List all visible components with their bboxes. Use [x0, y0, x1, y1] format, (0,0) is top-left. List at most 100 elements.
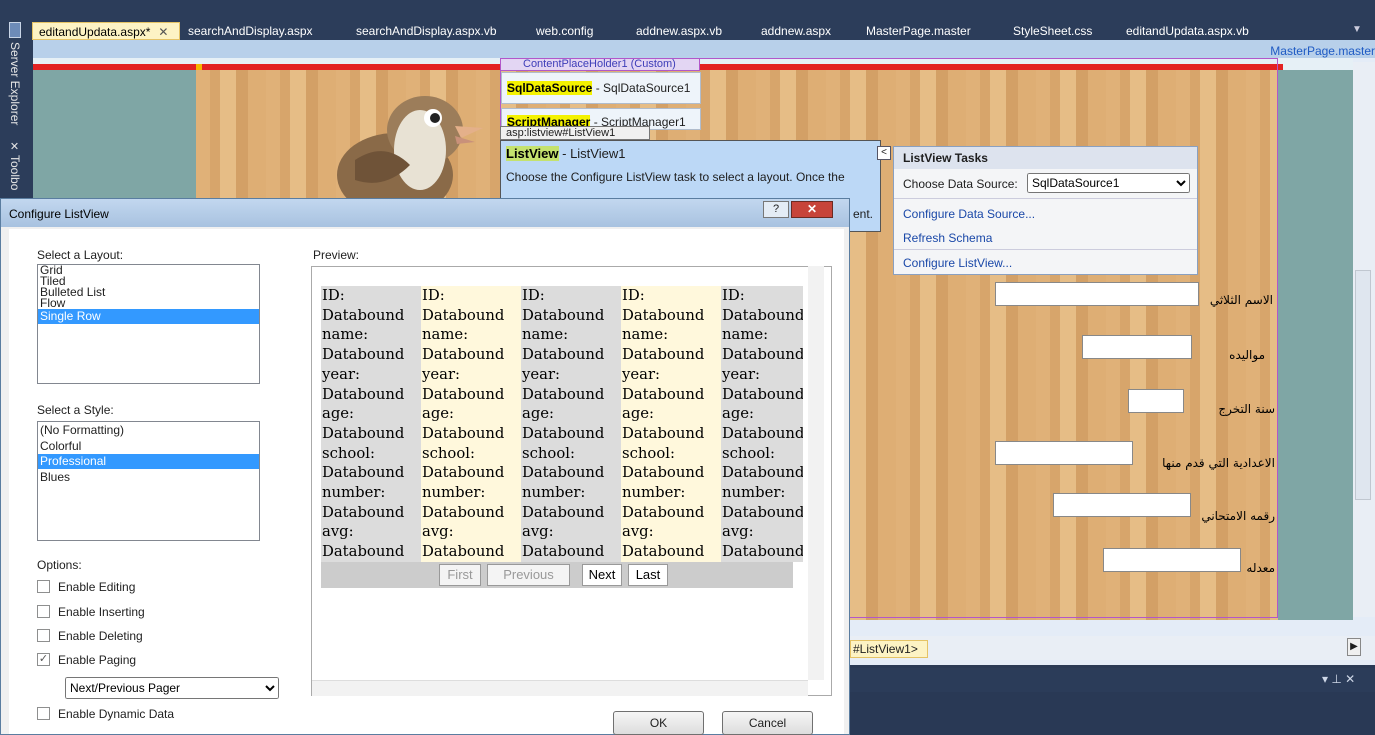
preview-field-line: school:	[722, 444, 775, 462]
content-placeholder-label[interactable]: ContentPlaceHolder1 (Custom)	[500, 58, 700, 71]
tag-navigator-bar	[850, 636, 1375, 660]
page-right-margin	[1278, 70, 1353, 620]
ok-button[interactable]: OK	[613, 711, 704, 735]
close-icon[interactable]: ✕	[158, 25, 168, 39]
server-explorer-tab[interactable]: Server Explorer	[8, 42, 22, 125]
pager-last-button[interactable]: Last	[628, 564, 668, 586]
preview-field-line: Databound	[722, 543, 803, 561]
list-item[interactable]: Grid	[38, 264, 259, 276]
data-source-select[interactable]: SqlDataSource1	[1027, 173, 1190, 193]
select-layout-label: Select a Layout:	[37, 248, 124, 262]
pin-icon[interactable]: ▾ ⊥ ✕	[1322, 672, 1355, 686]
preview-field-line: Databound	[422, 464, 505, 482]
preview-item: ID: Databound name: Databound year: Databound…	[521, 286, 621, 562]
tab-masterpage-master[interactable]: MasterPage.master	[866, 22, 971, 40]
tasks-title: ListView Tasks	[894, 147, 1197, 169]
preview-field-line: Databound	[622, 464, 705, 482]
birth-input[interactable]	[1082, 335, 1192, 359]
cancel-button[interactable]: Cancel	[722, 711, 813, 735]
graduation-year-input[interactable]	[1128, 389, 1184, 413]
preview-field-line: Databound	[722, 464, 803, 482]
preview-field-line: age:	[322, 405, 355, 423]
preview-vertical-scrollbar[interactable]	[808, 266, 824, 680]
wrench-icon: ✕	[8, 140, 20, 153]
list-item-selected[interactable]: Single Row	[38, 309, 259, 324]
enable-editing-checkbox[interactable]	[37, 580, 50, 593]
enable-dynamic-data-label: Enable Dynamic Data	[58, 707, 175, 721]
tab-editandupdata-aspx[interactable]: editandUpdata.aspx* ✕	[32, 22, 180, 40]
tab-web-config[interactable]: web.config	[536, 22, 593, 40]
tab-editandupdata-aspx-vb[interactable]: editandUpdata.aspx.vb	[1126, 22, 1249, 40]
refresh-schema-link[interactable]: Refresh Schema	[903, 231, 992, 245]
help-button[interactable]: ?	[763, 201, 789, 218]
enable-deleting-checkbox[interactable]	[37, 629, 50, 642]
tab-stylesheet-css[interactable]: StyleSheet.css	[1013, 22, 1092, 40]
list-item[interactable]: Colorful	[38, 438, 259, 454]
preview-field-line: name:	[322, 326, 369, 344]
preview-field-line: Databound	[522, 306, 605, 324]
preview-field-line: school:	[522, 444, 575, 462]
toolbox-tab[interactable]: Toolbo	[8, 155, 22, 190]
pager-previous-button[interactable]: Previous	[487, 564, 570, 586]
list-item[interactable]: Blues	[38, 469, 259, 485]
tab-searchanddisplay-aspx-vb[interactable]: searchAndDisplay.aspx.vb	[356, 22, 497, 40]
preview-field-line: Databound	[422, 306, 505, 324]
pager-next-button[interactable]: Next	[582, 564, 622, 586]
preview-field-line: number:	[322, 484, 386, 502]
scrollbar-thumb[interactable]	[1355, 270, 1371, 500]
preview-field-line: school:	[622, 444, 675, 462]
pager-first-button[interactable]: First	[439, 564, 481, 586]
exam-number-input[interactable]	[1053, 493, 1191, 517]
pager-type-select[interactable]: Next/Previous Pager	[65, 677, 279, 699]
preview-horizontal-scrollbar[interactable]	[312, 680, 808, 696]
enable-dynamic-data-checkbox[interactable]	[37, 707, 50, 720]
smart-tag-collapse-icon[interactable]: <	[877, 146, 891, 160]
average-input[interactable]	[1103, 548, 1241, 572]
preview-field-line: school:	[322, 444, 375, 462]
configure-data-source-link[interactable]: Configure Data Source...	[903, 207, 1035, 221]
style-listbox[interactable]: (No Formatting) Colorful Professional Bl…	[37, 421, 260, 541]
preview-field-line: name:	[622, 326, 669, 344]
sqldatasource-control[interactable]: SqlDataSource - SqlDataSource1	[501, 72, 701, 104]
tab-addnew-aspx[interactable]: addnew.aspx	[761, 22, 831, 40]
full-name-input[interactable]	[995, 282, 1199, 306]
preview-field-line: Databound	[722, 424, 803, 442]
enable-editing-label: Enable Editing	[58, 580, 136, 594]
control-type: ListView	[506, 146, 559, 161]
preview-field-line: ID:	[722, 287, 745, 304]
preview-field-line: Databound	[522, 543, 605, 561]
school-input[interactable]	[995, 441, 1133, 465]
preview-field-line: Databound	[322, 346, 405, 364]
configure-listview-link[interactable]: Configure ListView...	[903, 256, 1012, 270]
tab-addnew-aspx-vb[interactable]: addnew.aspx.vb	[636, 22, 722, 40]
enable-paging-checkbox[interactable]: ✓	[37, 653, 50, 666]
list-item[interactable]: Bulleted List	[38, 286, 259, 298]
preview-field-line: Databound	[322, 543, 405, 561]
preview-field-line: Databound	[622, 306, 705, 324]
list-item-selected[interactable]: Professional	[38, 454, 259, 469]
preview-field-line: avg:	[422, 523, 454, 541]
preview-field-line: year:	[422, 365, 460, 383]
options-label: Options:	[37, 558, 82, 572]
preview-field-line: Databound	[322, 385, 405, 403]
bottom-panel-header	[850, 668, 1375, 692]
preview-field-line: name:	[422, 326, 469, 344]
enable-inserting-checkbox[interactable]	[37, 605, 50, 618]
preview-field-line: Databound	[422, 346, 505, 364]
preview-field-line: ID:	[422, 287, 445, 304]
list-item[interactable]: Flow	[38, 297, 259, 309]
tab-dropdown-icon[interactable]: ▼	[1352, 24, 1362, 35]
solution-icon[interactable]	[9, 22, 21, 38]
list-item[interactable]: (No Formatting)	[38, 422, 259, 438]
full-name-label: الاسم الثلاثي	[1209, 293, 1273, 307]
close-button[interactable]: ✕	[791, 201, 833, 218]
tag-navigator-item[interactable]: #ListView1>	[850, 640, 928, 658]
master-page-link[interactable]: MasterPage.master	[1270, 44, 1375, 58]
preview-field-line: school:	[422, 444, 475, 462]
tab-searchanddisplay-aspx[interactable]: searchAndDisplay.aspx	[188, 22, 313, 40]
average-label: معدله	[1246, 561, 1275, 575]
scroll-right-icon[interactable]: ▶	[1347, 638, 1361, 656]
preview-field-line: age:	[422, 405, 455, 423]
preview-item: ID: Databound name: Databound year: Databound…	[721, 286, 803, 562]
layout-listbox[interactable]: Grid Tiled Bulleted List Flow Single Row	[37, 264, 260, 384]
